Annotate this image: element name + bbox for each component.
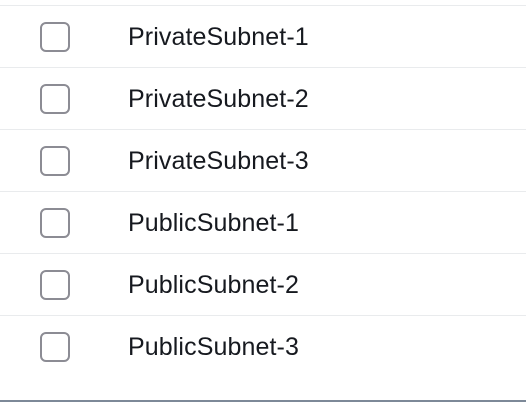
checkbox[interactable] — [40, 83, 70, 114]
list-item[interactable]: PublicSubnet-3 — [0, 316, 526, 377]
subnet-label: PublicSubnet-3 — [128, 332, 299, 361]
subnet-label: PrivateSubnet-1 — [128, 22, 309, 51]
checkbox[interactable] — [40, 269, 70, 300]
subnet-label: PublicSubnet-1 — [128, 208, 299, 237]
checkbox[interactable] — [40, 207, 70, 238]
checkbox[interactable] — [40, 331, 70, 362]
subnet-label: PrivateSubnet-2 — [128, 84, 309, 113]
list-item[interactable]: PublicSubnet-1 — [0, 192, 526, 254]
subnet-label: PrivateSubnet-3 — [128, 146, 309, 175]
checkbox[interactable] — [40, 21, 70, 52]
list-item[interactable]: PrivateSubnet-1 — [0, 6, 526, 68]
list-item[interactable]: PrivateSubnet-3 — [0, 130, 526, 192]
checkbox[interactable] — [40, 145, 70, 176]
list-item[interactable]: PrivateSubnet-2 — [0, 68, 526, 130]
divider — [0, 400, 526, 402]
list-item[interactable]: PublicSubnet-2 — [0, 254, 526, 316]
subnet-label: PublicSubnet-2 — [128, 270, 299, 299]
subnet-list: PrivateSubnet-1 PrivateSubnet-2 PrivateS… — [0, 6, 526, 377]
subnet-selection-panel: PrivateSubnet-1 PrivateSubnet-2 PrivateS… — [0, 0, 526, 404]
